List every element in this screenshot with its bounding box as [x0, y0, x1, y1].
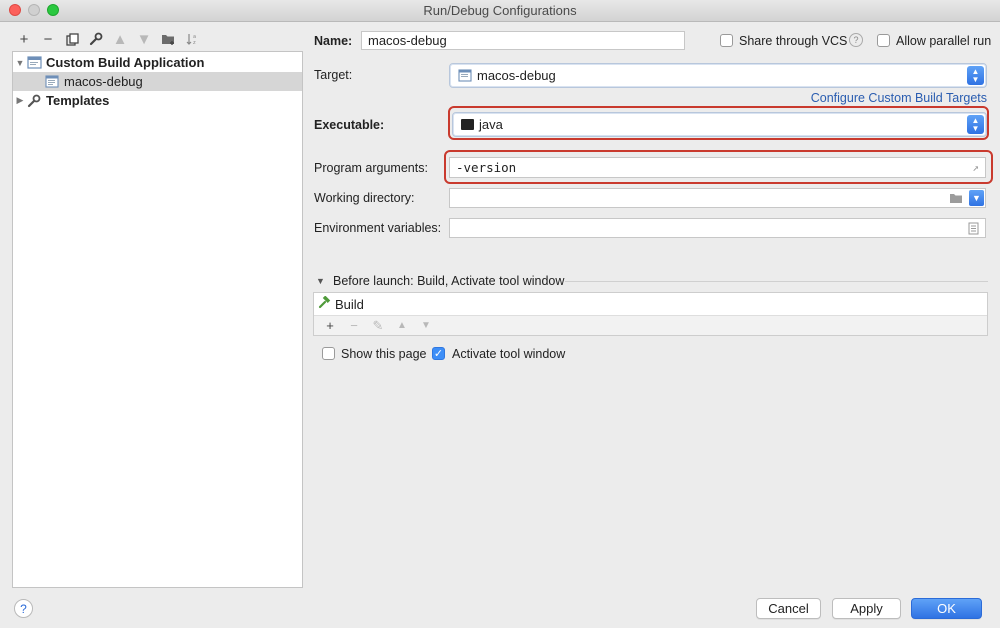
target-label: Target:	[314, 68, 353, 82]
move-down-icon[interactable]: ▼	[132, 29, 156, 49]
move-down-icon[interactable]: ▼	[414, 320, 438, 331]
folder-add-icon[interactable]	[156, 29, 180, 49]
target-value: macos-debug	[477, 68, 556, 83]
configurations-toolbar: + − ▲ ▼ az	[12, 29, 204, 49]
program-args-highlight-box	[444, 150, 993, 184]
collapse-caret-icon[interactable]: ▼	[316, 276, 325, 286]
before-launch-toolbar: + − ✎ ▲ ▼	[314, 315, 987, 335]
copy-icon[interactable]	[60, 29, 84, 49]
before-launch-task-build[interactable]: Build	[314, 293, 987, 315]
before-launch-header: Before launch: Build, Activate tool wind…	[333, 274, 565, 288]
tree-item-macos-debug[interactable]: macos-debug	[13, 72, 302, 91]
run-debug-configurations-window: Run/Debug Configurations + − ▲ ▼ az ▼ Cu…	[0, 0, 1000, 628]
executable-highlight-box	[448, 106, 989, 140]
share-vcs-checkbox[interactable]	[720, 34, 733, 47]
target-select[interactable]: macos-debug ▲ ▼	[449, 63, 987, 88]
expanded-caret-icon[interactable]: ▼	[13, 58, 27, 68]
share-vcs-label: Share through VCS	[739, 34, 848, 48]
window-title: Run/Debug Configurations	[423, 3, 577, 18]
wrench-icon[interactable]	[84, 29, 108, 49]
edit-icon[interactable]: ✎	[366, 318, 390, 334]
activate-tool-checkbox[interactable]: ✓	[432, 347, 445, 360]
tree-item-templates[interactable]: ▶ Templates	[13, 91, 302, 110]
document-icon[interactable]	[968, 222, 979, 238]
tree-item-label: Custom Build Application	[46, 55, 205, 70]
name-input[interactable]: macos-debug	[361, 31, 685, 50]
remove-icon[interactable]: −	[342, 318, 366, 333]
title-bar: Run/Debug Configurations	[0, 0, 1000, 22]
tree-item-label: Templates	[46, 93, 110, 108]
configure-targets-link[interactable]: Configure Custom Build Targets	[811, 91, 987, 105]
move-up-icon[interactable]: ▲	[108, 29, 132, 49]
wrench-icon	[27, 94, 43, 108]
cancel-button[interactable]: Cancel	[756, 598, 821, 619]
move-up-icon[interactable]: ▲	[390, 320, 414, 331]
help-button[interactable]: ?	[14, 599, 33, 618]
working-dir-label: Working directory:	[314, 191, 415, 205]
ok-button[interactable]: OK	[911, 598, 982, 619]
show-page-checkbox[interactable]	[322, 347, 335, 360]
apply-button[interactable]: Apply	[832, 598, 901, 619]
show-page-label: Show this page	[341, 347, 427, 361]
allow-parallel-checkbox[interactable]	[877, 34, 890, 47]
custom-build-app-icon	[27, 55, 43, 70]
folder-icon[interactable]	[949, 192, 963, 207]
chevron-down-icon[interactable]: ▼	[969, 190, 984, 206]
program-args-label: Program arguments:	[314, 161, 428, 175]
executable-label: Executable:	[314, 118, 385, 132]
task-label: Build	[335, 296, 364, 312]
section-divider	[565, 281, 988, 282]
updown-chevron-icon[interactable]: ▲ ▼	[967, 66, 984, 85]
configuration-icon	[458, 68, 474, 83]
hammer-icon	[318, 295, 331, 312]
env-vars-label: Environment variables:	[314, 221, 442, 235]
add-icon[interactable]: +	[318, 318, 342, 333]
collapsed-caret-icon[interactable]: ▶	[13, 95, 27, 106]
tree-item-custom-build-application[interactable]: ▼ Custom Build Application	[13, 53, 302, 72]
before-launch-list: Build + − ✎ ▲ ▼	[313, 292, 988, 336]
activate-tool-label: Activate tool window	[452, 347, 566, 361]
sort-icon[interactable]: az	[180, 29, 204, 49]
svg-text:z: z	[193, 40, 196, 46]
allow-parallel-label: Allow parallel run	[896, 34, 992, 48]
name-label: Name:	[314, 34, 353, 48]
env-vars-input[interactable]	[449, 218, 986, 238]
add-icon[interactable]: +	[12, 29, 36, 49]
help-icon[interactable]: ?	[849, 33, 863, 47]
configuration-icon	[45, 74, 61, 89]
remove-icon[interactable]: −	[36, 29, 60, 49]
tree-item-label: macos-debug	[64, 74, 143, 89]
working-dir-input[interactable]: ▼	[449, 188, 986, 208]
configurations-tree: ▼ Custom Build Application macos-debug ▶…	[12, 51, 303, 588]
